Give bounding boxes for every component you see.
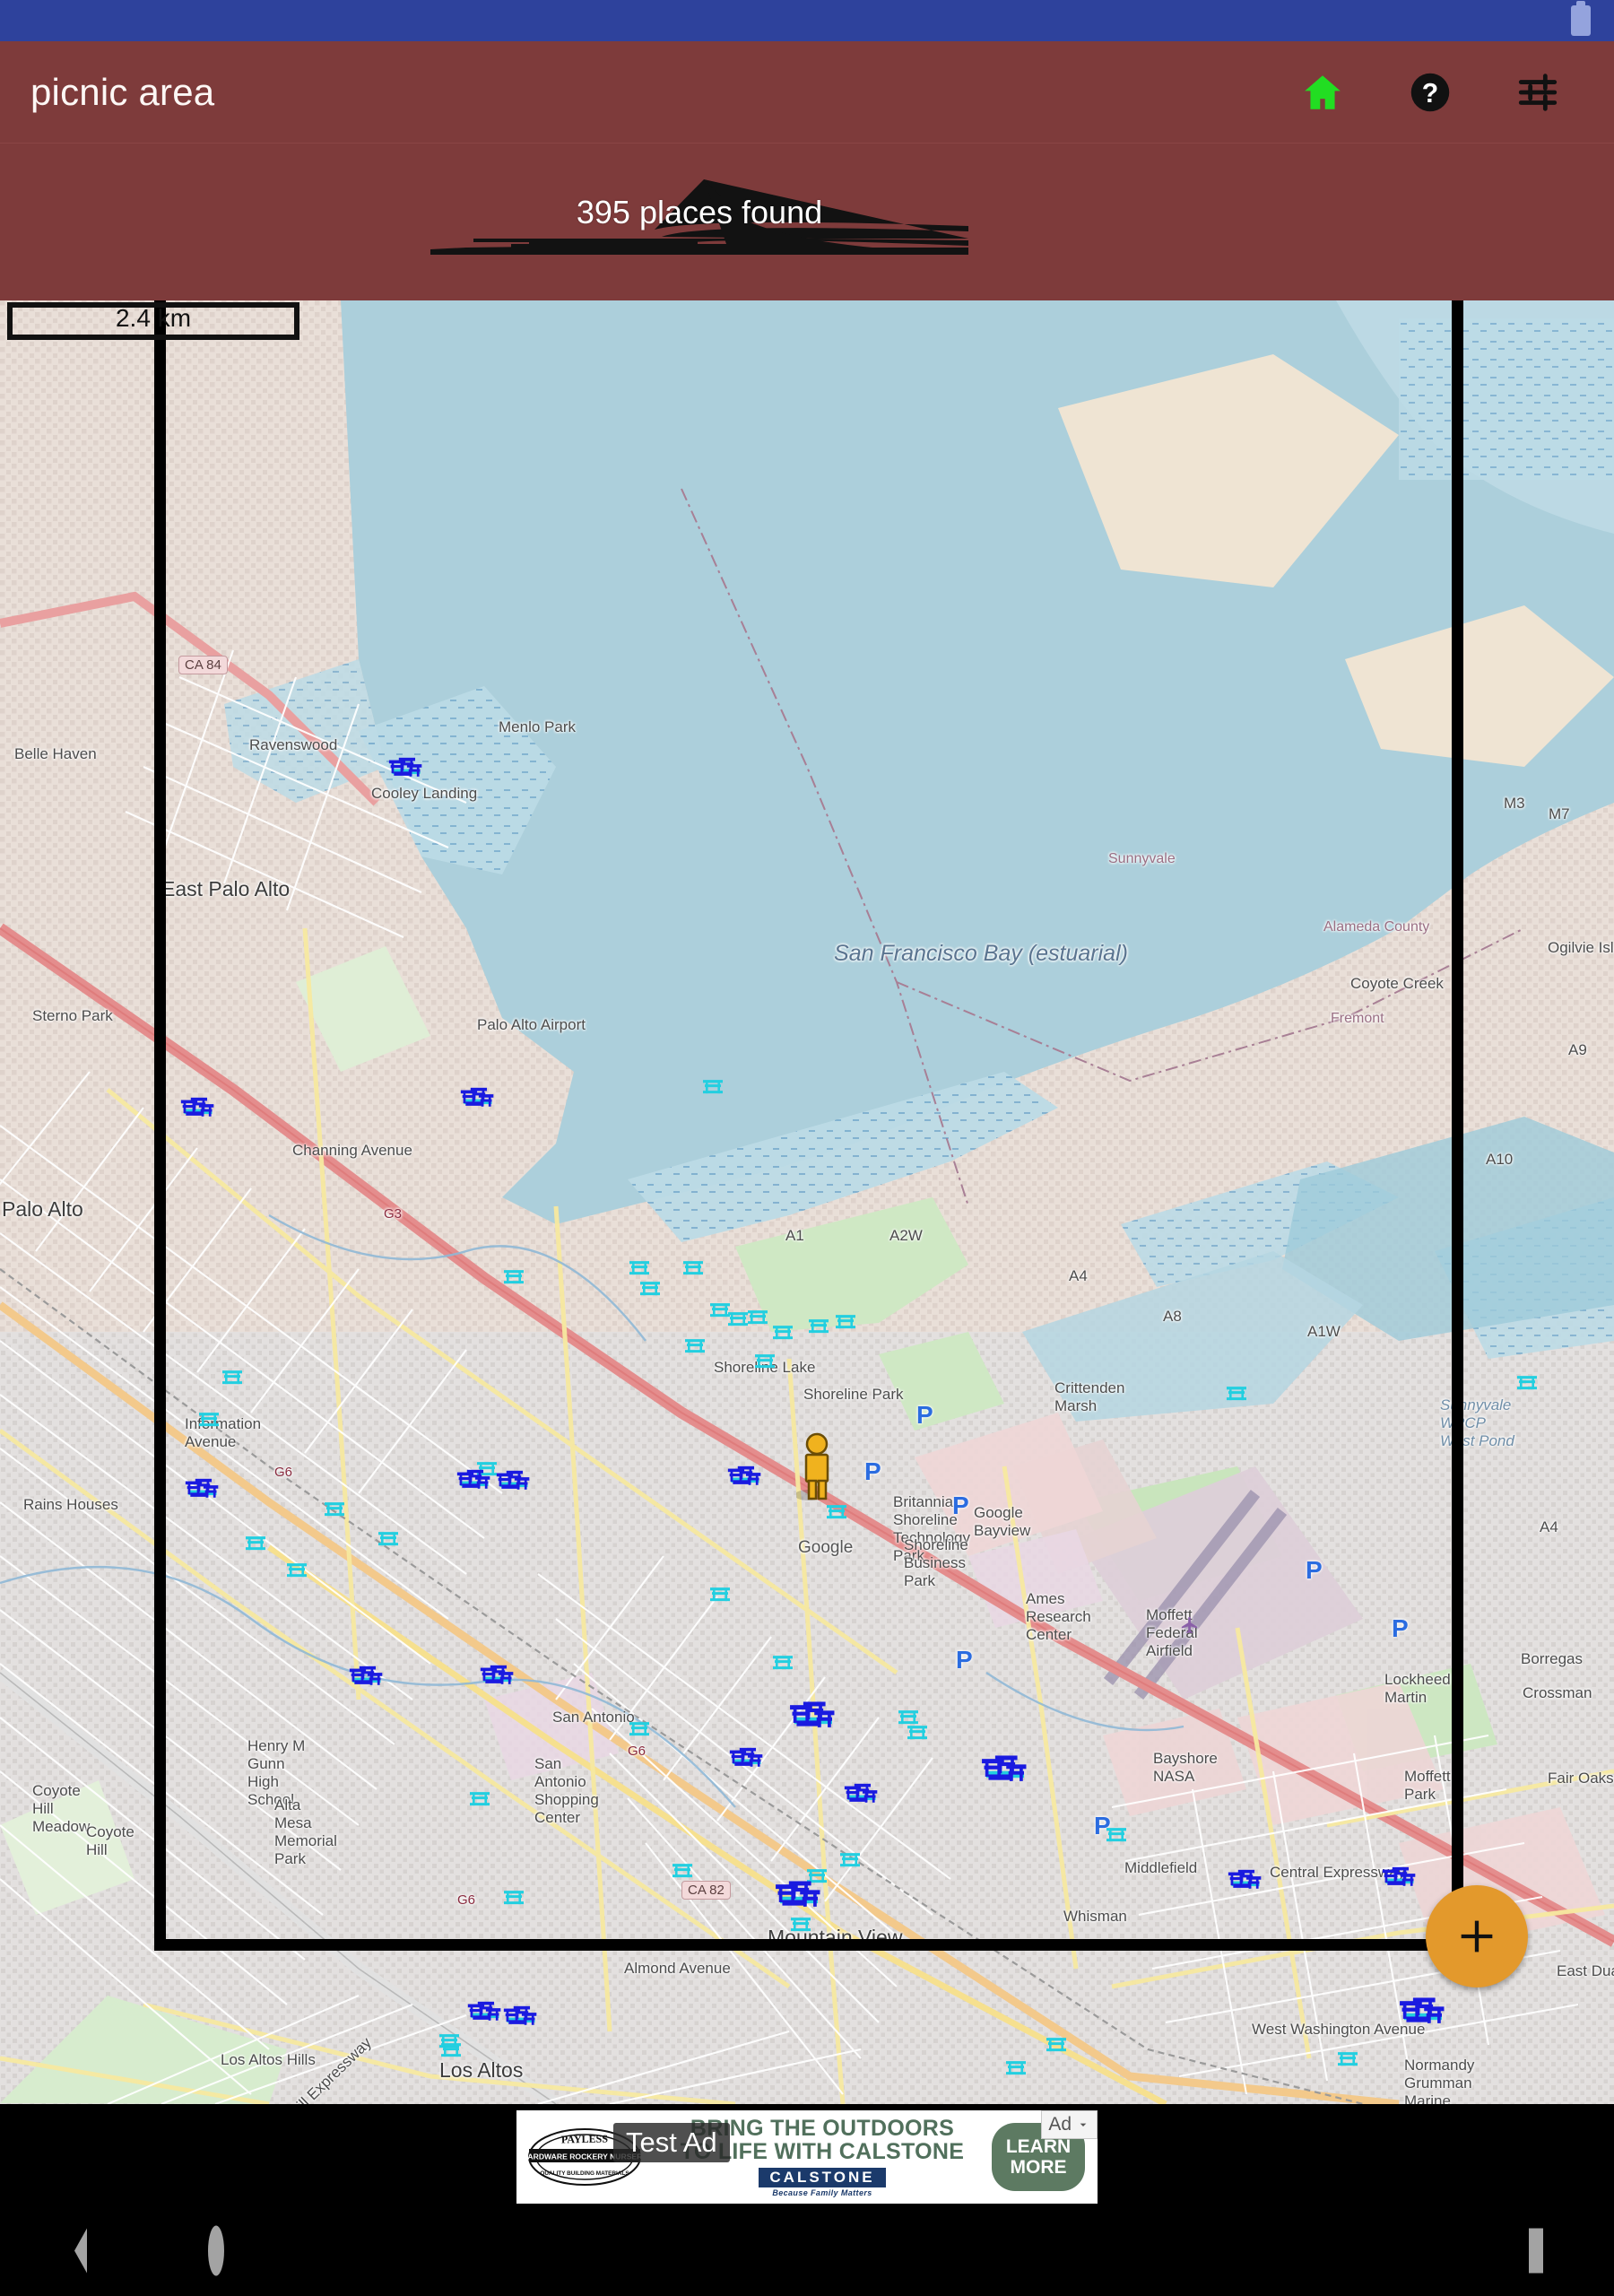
person-marker [794, 1432, 837, 1502]
map-canvas [0, 300, 1614, 2104]
picnic-cluster-icon[interactable] [787, 1700, 839, 1742]
parking-marker: P [1392, 1614, 1409, 1642]
picnic-table-icon[interactable] [671, 1861, 694, 1879]
picnic-table-icon[interactable] [638, 1279, 662, 1297]
filter-settings-icon[interactable] [1512, 66, 1564, 118]
search-status-bar: 395 places found [0, 143, 1614, 300]
picnic-table-icon[interactable] [683, 1336, 707, 1354]
picnic-cluster-icon[interactable] [843, 1782, 881, 1814]
picnic-table-icon[interactable] [221, 1368, 244, 1386]
picnic-table-icon[interactable] [771, 1323, 794, 1341]
svg-text:PAYLESS: PAYLESS [561, 2133, 609, 2146]
picnic-cluster-icon[interactable] [502, 2005, 540, 2037]
picnic-table-icon[interactable] [681, 1258, 705, 1276]
picnic-cluster-icon[interactable] [479, 1664, 516, 1696]
airport-icon [1180, 1615, 1200, 1639]
squashed-progress-graphic: 395 places found [430, 163, 968, 262]
map-scale-label: 2.4 km [115, 304, 192, 332]
nav-back-button[interactable] [70, 2225, 90, 2282]
picnic-cluster-icon[interactable] [773, 1879, 825, 1921]
parking-marker: P [864, 1457, 881, 1485]
picnic-table-icon[interactable] [906, 1723, 929, 1741]
picnic-table-icon[interactable] [502, 1267, 525, 1285]
shield-ca82-a: CA 82 [681, 1881, 731, 1900]
nav-recents-button[interactable] [1526, 2225, 1546, 2282]
picnic-table-icon[interactable] [807, 1317, 830, 1335]
picnic-table-icon[interactable] [244, 1534, 267, 1552]
add-button[interactable] [1426, 1885, 1528, 1987]
parking-marker: P [1306, 1556, 1323, 1584]
map-scale-bar: 2.4 km [7, 302, 299, 340]
results-count-label: 395 places found [576, 194, 823, 230]
picnic-table-icon[interactable] [502, 1888, 525, 1906]
test-ad-overlay: Test Ad [613, 2123, 730, 2162]
picnic-table-icon[interactable] [377, 1529, 400, 1547]
picnic-table-icon[interactable] [1515, 1373, 1539, 1391]
ad-content[interactable]: PAYLESS HARDWARE ROCKERY NURSERY QUALITY… [516, 2110, 1098, 2204]
picnic-cluster-icon[interactable] [728, 1746, 766, 1779]
picnic-cluster-icon[interactable] [179, 1096, 217, 1128]
app-root: picnic area ? 395 places found San Franc… [0, 0, 1614, 2296]
ad-badge[interactable]: Ad [1041, 2110, 1098, 2139]
picnic-cluster-icon[interactable] [466, 2000, 504, 2032]
picnic-table-icon[interactable] [838, 1850, 862, 1868]
shield-ca84: CA 84 [178, 656, 228, 674]
picnic-table-icon[interactable] [834, 1312, 857, 1330]
picnic-table-icon[interactable] [825, 1502, 848, 1520]
nav-home-button[interactable] [206, 2225, 226, 2282]
ad-brand: CALSTONE [759, 2168, 886, 2187]
picnic-cluster-icon[interactable] [348, 1665, 386, 1697]
system-nav-bar [0, 2210, 1614, 2296]
picnic-table-icon[interactable] [628, 1258, 651, 1276]
picnic-table-icon[interactable] [197, 1410, 221, 1428]
picnic-cluster-icon[interactable] [387, 756, 425, 788]
picnic-cluster-icon[interactable] [979, 1753, 1031, 1796]
map-view[interactable]: San Francisco Bay (estuarial) East Palo … [0, 300, 1614, 2104]
svg-text:?: ? [1422, 79, 1438, 109]
picnic-cluster-icon[interactable] [1397, 1996, 1449, 2038]
parking-marker: P [952, 1492, 969, 1519]
picnic-table-icon[interactable] [746, 1308, 769, 1326]
picnic-table-icon[interactable] [439, 2040, 463, 2058]
picnic-table-icon[interactable] [701, 1077, 725, 1095]
home-icon[interactable] [1297, 66, 1349, 118]
picnic-table-icon[interactable] [628, 1719, 651, 1737]
picnic-table-icon[interactable] [1105, 1825, 1128, 1843]
picnic-table-icon[interactable] [708, 1585, 732, 1603]
ad-banner[interactable]: PAYLESS HARDWARE ROCKERY NURSERY QUALITY… [0, 2104, 1614, 2210]
status-bar [0, 0, 1614, 41]
picnic-table-icon[interactable] [468, 1789, 491, 1807]
parking-marker: P [956, 1646, 973, 1674]
picnic-table-icon[interactable] [771, 1653, 794, 1671]
ad-brand-tagline: Because Family Matters [772, 2187, 872, 2197]
picnic-table-icon[interactable] [1225, 1384, 1248, 1402]
app-bar-actions: ? [1297, 66, 1584, 118]
picnic-table-icon[interactable] [1004, 2058, 1028, 2076]
picnic-cluster-icon[interactable] [1227, 1868, 1264, 1900]
svg-text:QUALITY BUILDING MATERIALS: QUALITY BUILDING MATERIALS [540, 2170, 629, 2177]
picnic-table-icon[interactable] [323, 1500, 346, 1518]
app-bar: picnic area ? [0, 41, 1614, 143]
page-title: picnic area [30, 70, 215, 113]
help-icon[interactable]: ? [1404, 66, 1456, 118]
picnic-table-icon[interactable] [1045, 2035, 1068, 2053]
picnic-cluster-icon[interactable] [726, 1465, 764, 1497]
picnic-table-icon[interactable] [1336, 2049, 1359, 2067]
picnic-table-icon[interactable] [753, 1352, 777, 1370]
chevron-down-icon [1080, 2123, 1087, 2126]
picnic-cluster-icon[interactable] [495, 1469, 533, 1501]
ad-badge-label: Ad [1048, 2114, 1072, 2135]
picnic-cluster-icon[interactable] [456, 1468, 493, 1500]
picnic-cluster-icon[interactable] [459, 1086, 497, 1118]
picnic-cluster-icon[interactable] [184, 1477, 221, 1509]
parking-marker: P [916, 1401, 933, 1429]
picnic-cluster-icon[interactable] [1381, 1866, 1419, 1898]
battery-icon [1571, 1, 1591, 36]
picnic-table-icon[interactable] [285, 1561, 308, 1578]
